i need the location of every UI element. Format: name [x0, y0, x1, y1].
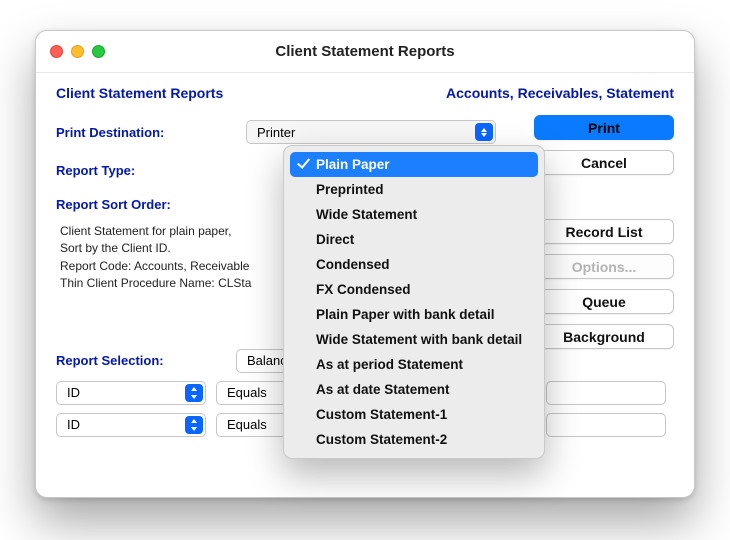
menu-item[interactable]: As at period Statement	[290, 352, 538, 377]
menu-item-label: Plain Paper	[316, 157, 390, 172]
menu-item[interactable]: Custom Statement-1	[290, 402, 538, 427]
menu-item-label: Wide Statement with bank detail	[316, 332, 522, 347]
checkmark-icon	[297, 181, 311, 195]
filter1-field-select[interactable]: ID	[56, 381, 206, 405]
header-right: Accounts, Receivables, Statement	[446, 85, 674, 101]
menu-item[interactable]: Wide Statement	[290, 202, 538, 227]
checkmark-icon	[297, 331, 311, 345]
button-column: Print Cancel Record List Options... Queu…	[534, 115, 674, 349]
checkmark-icon	[297, 156, 311, 170]
menu-item[interactable]: Direct	[290, 227, 538, 252]
chevron-up-down-icon	[475, 123, 493, 141]
menu-item-label: Wide Statement	[316, 207, 417, 222]
chevron-up-down-icon	[185, 384, 203, 402]
filter1-field-value: ID	[67, 385, 80, 400]
options-button: Options...	[534, 254, 674, 279]
menu-item-label: As at period Statement	[316, 357, 463, 372]
menu-item[interactable]: As at date Statement	[290, 377, 538, 402]
label-report-sort-order: Report Sort Order:	[56, 197, 246, 212]
report-description: Client Statement for plain paper, Sort b…	[60, 223, 320, 293]
menu-item[interactable]: Preprinted	[290, 177, 538, 202]
menu-item[interactable]: Wide Statement with bank detail	[290, 327, 538, 352]
record-list-button[interactable]: Record List	[534, 219, 674, 244]
header-line: Client Statement Reports Accounts, Recei…	[56, 85, 674, 101]
label-print-destination: Print Destination:	[56, 125, 246, 140]
menu-item-label: FX Condensed	[316, 282, 411, 297]
label-report-selection: Report Selection:	[56, 353, 226, 368]
menu-item-label: Custom Statement-1	[316, 407, 447, 422]
menu-item[interactable]: FX Condensed	[290, 277, 538, 302]
traffic-lights	[50, 45, 105, 58]
checkmark-icon	[297, 431, 311, 445]
app-window: Client Statement Reports Client Statemen…	[35, 30, 695, 498]
print-destination-value: Printer	[257, 125, 295, 140]
menu-item[interactable]: Condensed	[290, 252, 538, 277]
filter1-value-input[interactable]	[546, 381, 666, 405]
print-destination-select[interactable]: Printer	[246, 120, 496, 144]
menu-item-label: Condensed	[316, 257, 390, 272]
menu-item-label: Direct	[316, 232, 354, 247]
menu-item-label: Preprinted	[316, 182, 384, 197]
background-button[interactable]: Background	[534, 324, 674, 349]
report-type-menu[interactable]: Plain Paper Preprinted Wide Statement Direc…	[283, 145, 545, 459]
print-button[interactable]: Print	[534, 115, 674, 140]
checkmark-icon	[297, 231, 311, 245]
chevron-up-down-icon	[185, 416, 203, 434]
checkmark-icon	[297, 281, 311, 295]
menu-item-label: Plain Paper with bank detail	[316, 307, 495, 322]
cancel-button[interactable]: Cancel	[534, 150, 674, 175]
checkmark-icon	[297, 306, 311, 320]
checkmark-icon	[297, 356, 311, 370]
menu-item[interactable]: Plain Paper	[290, 152, 538, 177]
menu-item[interactable]: Plain Paper with bank detail	[290, 302, 538, 327]
queue-button[interactable]: Queue	[534, 289, 674, 314]
label-report-type: Report Type:	[56, 163, 246, 178]
zoom-icon[interactable]	[92, 45, 105, 58]
filter1-op-value: Equals	[227, 385, 267, 400]
menu-item-label: Custom Statement-2	[316, 432, 447, 447]
window-content: Client Statement Reports Accounts, Recei…	[36, 73, 694, 497]
checkmark-icon	[297, 256, 311, 270]
checkmark-icon	[297, 406, 311, 420]
desc-line-1: Client Statement for plain paper,	[60, 223, 320, 240]
menu-item[interactable]: Custom Statement-2	[290, 427, 538, 452]
checkmark-icon	[297, 381, 311, 395]
minimize-icon[interactable]	[71, 45, 84, 58]
filter2-field-value: ID	[67, 417, 80, 432]
titlebar: Client Statement Reports	[36, 31, 694, 73]
menu-item-label: As at date Statement	[316, 382, 450, 397]
checkmark-icon	[297, 206, 311, 220]
desc-line-3: Report Code: Accounts, Receivable	[60, 258, 320, 275]
header-left: Client Statement Reports	[56, 85, 223, 101]
filter2-field-select[interactable]: ID	[56, 413, 206, 437]
window-title: Client Statement Reports	[36, 43, 694, 60]
filter2-value-input[interactable]	[546, 413, 666, 437]
close-icon[interactable]	[50, 45, 63, 58]
desc-line-4: Thin Client Procedure Name: CLSta	[60, 275, 320, 292]
desc-line-2: Sort by the Client ID.	[60, 240, 320, 257]
filter2-op-value: Equals	[227, 417, 267, 432]
